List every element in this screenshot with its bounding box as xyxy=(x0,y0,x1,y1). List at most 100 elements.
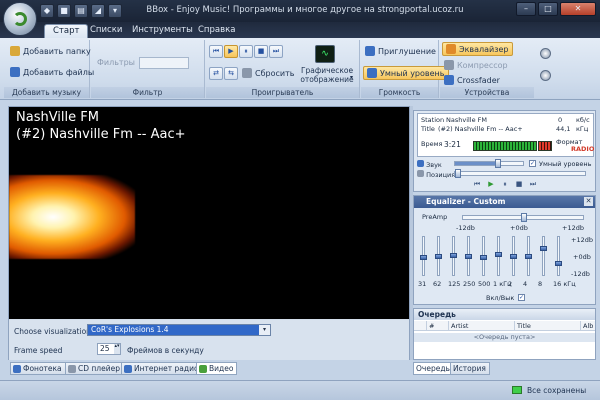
mute-button[interactable]: Приглушение xyxy=(365,46,436,56)
eq-band-slider[interactable] xyxy=(465,236,472,276)
eq-enable-checkbox[interactable]: ✓ xyxy=(518,294,525,301)
mini-play-button[interactable]: ▶ xyxy=(486,179,496,189)
eq-band-thumb[interactable] xyxy=(510,253,517,259)
queue-col-title[interactable]: Title xyxy=(514,321,531,331)
eq-band-slider[interactable] xyxy=(480,236,487,276)
eq-band-thumb[interactable] xyxy=(540,245,547,251)
queue-col-album[interactable]: Alb xyxy=(580,321,593,331)
speaker-level-icon xyxy=(367,68,377,78)
repeat-button[interactable]: ⇄ xyxy=(209,67,223,80)
view-tabs: Фонотека CD плейер Интернет радио Видео xyxy=(8,361,410,377)
eq-band-slider[interactable] xyxy=(525,236,532,276)
device-options-gear-icon[interactable] xyxy=(540,70,551,81)
qat-customize-button[interactable]: ▾ xyxy=(108,4,122,18)
mini-prev-button[interactable]: ⏮ xyxy=(472,179,482,189)
mini-stop-button[interactable]: ■ xyxy=(514,179,524,189)
eq-band-slider[interactable] xyxy=(540,236,547,276)
device-settings-gear-icon[interactable] xyxy=(540,48,551,59)
visualization-screen[interactable]: NashVille FM (#2) Nashville Fm -- Aac+ xyxy=(9,107,409,319)
title-label: Title xyxy=(421,125,435,133)
choose-visualization-label: Choose visualization xyxy=(14,327,91,336)
close-button[interactable]: ✕ xyxy=(560,2,596,16)
compressor-label: Компрессор xyxy=(457,60,508,70)
app-window: ◆ ■ ▤ ◢ ▾ BBox - Enjoy Music! Программы … xyxy=(0,0,600,400)
qat-button-4[interactable]: ◢ xyxy=(91,4,105,18)
preamp-label: PreAmp xyxy=(422,213,448,221)
eq-band-thumb[interactable] xyxy=(435,253,442,259)
compressor-button[interactable]: Компрессор xyxy=(444,60,508,70)
maximize-button[interactable]: □ xyxy=(538,2,558,16)
filters-label: Фильтры xyxy=(97,58,135,67)
pause-button[interactable]: ⏸ xyxy=(239,45,253,58)
eq-band-thumb[interactable] xyxy=(420,255,427,261)
mini-pause-button[interactable]: ⏸ xyxy=(500,179,510,189)
eq-band-slider[interactable] xyxy=(420,236,427,276)
frame-speed-input[interactable]: 25 ▴▾ xyxy=(97,343,121,355)
time-label: Время xyxy=(421,140,443,148)
reset-button[interactable]: Сбросить xyxy=(242,68,294,78)
radio-icon xyxy=(124,364,132,373)
smart-level-button[interactable]: Умный уровень xyxy=(363,66,449,80)
equalizer-button[interactable]: Эквалайзер xyxy=(442,42,513,56)
tab-history[interactable]: История xyxy=(450,362,490,375)
eq-band-thumb[interactable] xyxy=(465,254,472,260)
qat-button-3[interactable]: ▤ xyxy=(74,4,88,18)
eq-band-label: 8 xyxy=(538,280,543,288)
qat-button-1[interactable]: ◆ xyxy=(40,4,54,18)
tab-queue[interactable]: Очередь xyxy=(413,362,454,375)
queue-col-artist[interactable]: Artist xyxy=(448,321,468,331)
add-files-button[interactable]: Добавить файлы xyxy=(10,67,94,77)
graphic-display-button[interactable]: ∿ Графическое отображение ▾ xyxy=(298,42,356,86)
filter-input[interactable] xyxy=(139,57,189,69)
eq-band-slider[interactable] xyxy=(510,236,517,276)
qat-button-2[interactable]: ■ xyxy=(57,4,71,18)
queue-col-number[interactable]: # xyxy=(426,321,434,331)
eq-band-slider[interactable] xyxy=(435,236,442,276)
stop-button[interactable]: ■ xyxy=(254,45,268,58)
preamp-slider[interactable] xyxy=(462,213,584,222)
volume-slider-thumb[interactable] xyxy=(495,159,502,168)
volume-slider[interactable] xyxy=(454,159,524,168)
spinner-icon[interactable]: ▴▾ xyxy=(114,344,120,354)
position-slider[interactable] xyxy=(454,169,586,178)
mini-next-button[interactable]: ⏭ xyxy=(528,179,538,189)
tab-help[interactable]: Справка xyxy=(190,24,243,38)
tab-internet-radio[interactable]: Интернет радио xyxy=(121,362,203,375)
position-slider-thumb[interactable] xyxy=(455,169,461,178)
chevron-down-icon[interactable]: ▾ xyxy=(259,325,270,335)
tab-cd-player[interactable]: CD плейер xyxy=(65,362,124,375)
shuffle-button[interactable]: ⇆ xyxy=(224,67,238,80)
scale-max-label: +12db xyxy=(562,224,584,232)
preamp-slider-thumb[interactable] xyxy=(521,213,527,222)
bitrate-value: 0 xyxy=(558,116,563,124)
tab-library[interactable]: Фонотека xyxy=(10,362,66,375)
scale-mid-label: +0db xyxy=(510,224,528,232)
group-filter-label: Фильтр xyxy=(91,87,204,98)
frame-speed-value: 25 xyxy=(100,344,110,353)
eq-band-thumb[interactable] xyxy=(495,251,502,257)
position-icon xyxy=(417,170,424,177)
prev-button[interactable]: ⏮ xyxy=(209,45,223,58)
eq-band-thumb[interactable] xyxy=(450,252,457,258)
eq-band-slider[interactable] xyxy=(555,236,562,276)
track-info: Station Nashville FM 0 кб/с Title (#2) N… xyxy=(417,113,594,157)
eq-band-thumb[interactable] xyxy=(555,261,562,267)
app-menu-orb[interactable] xyxy=(3,2,37,36)
eq-band-slider[interactable] xyxy=(495,236,502,276)
minimize-button[interactable]: – xyxy=(516,2,536,16)
visualization-controls: Choose visualization CoR's Explosions 1.… xyxy=(9,320,409,360)
play-button[interactable]: ▶ xyxy=(224,45,238,58)
next-button[interactable]: ⏭ xyxy=(269,45,283,58)
visualization-select[interactable]: CoR's Explosions 1.4 ▾ xyxy=(87,324,271,336)
smart-level-checkbox[interactable]: ✓ xyxy=(529,160,536,167)
crossfader-button[interactable]: Crossfader xyxy=(444,75,500,85)
eq-band-thumb[interactable] xyxy=(525,253,532,259)
close-icon[interactable]: ✕ xyxy=(584,197,593,206)
window-title: BBox - Enjoy Music! Программы и многое д… xyxy=(146,5,464,15)
smart-level-check-label: Умный уровень xyxy=(539,160,592,168)
tab-cd-player-label: CD плейер xyxy=(78,364,120,373)
add-folder-button[interactable]: Добавить папку xyxy=(10,46,91,56)
eq-band-thumb[interactable] xyxy=(480,254,487,260)
tab-video[interactable]: Видео xyxy=(196,362,238,375)
eq-band-slider[interactable] xyxy=(450,236,457,276)
